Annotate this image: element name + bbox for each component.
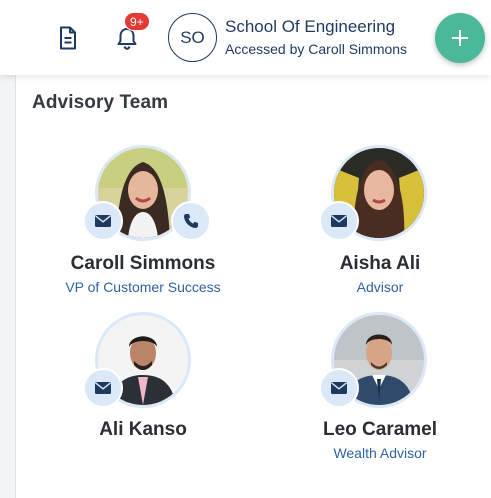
member-name: Caroll Simmons [70, 253, 216, 274]
member-title: Advisor [356, 279, 404, 295]
document-icon[interactable] [54, 24, 82, 52]
org-avatar[interactable]: SO [168, 13, 217, 62]
team-member-card: Ali Kanso [43, 312, 243, 452]
notification-badge: 9+ [124, 12, 150, 31]
envelope-icon [95, 382, 111, 394]
member-name: Ali Kanso [99, 419, 187, 440]
envelope-icon [331, 382, 347, 394]
email-button[interactable] [83, 201, 123, 241]
phone-icon [184, 214, 198, 228]
email-button[interactable] [319, 201, 359, 241]
email-button[interactable] [83, 368, 123, 408]
advisory-team-panel: Advisory Team Caroll Simmons VP of Custo… [15, 75, 491, 498]
team-member-card: Leo Caramel Wealth Advisor [280, 312, 480, 472]
add-button[interactable] [435, 13, 485, 63]
phone-button[interactable] [171, 201, 211, 241]
org-name: School Of Engineering [225, 17, 396, 36]
envelope-icon [95, 215, 111, 227]
member-name: Leo Caramel [322, 419, 438, 440]
envelope-icon [331, 215, 347, 227]
team-member-card: Aisha Ali Advisor [280, 145, 480, 305]
section-title: Advisory Team [32, 92, 169, 113]
team-member-card: Caroll Simmons VP of Customer Success [43, 145, 243, 305]
member-title: VP of Customer Success [65, 279, 221, 295]
member-title: Wealth Advisor [333, 445, 427, 461]
email-button[interactable] [319, 368, 359, 408]
top-header: 9+ SO School Of Engineering Accessed by … [0, 0, 491, 75]
plus-icon [452, 30, 468, 46]
accessed-by-label: Accessed by Caroll Simmons [225, 41, 408, 57]
member-name: Aisha Ali [339, 253, 421, 274]
